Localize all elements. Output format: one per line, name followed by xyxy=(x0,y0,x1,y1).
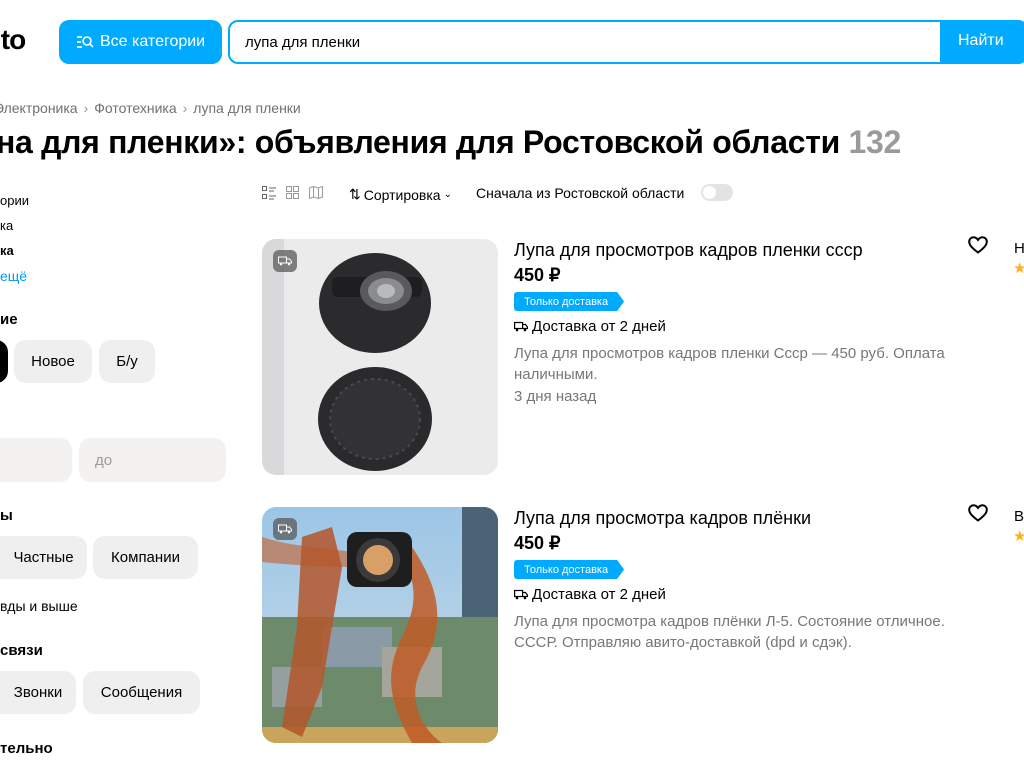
listing-1-delivery-badge: Только доставка xyxy=(514,292,624,311)
breadcrumb-separator: › xyxy=(182,100,188,116)
condition-chip-any[interactable] xyxy=(0,340,8,383)
listing-1-image[interactable] xyxy=(262,239,498,475)
delivery-truck-icon xyxy=(273,250,297,272)
star-icon: ★ xyxy=(1013,528,1024,545)
search-button[interactable]: Найти xyxy=(958,32,1004,50)
listing-2-price: 450 ₽ xyxy=(514,533,561,553)
condition-chip-new[interactable]: Новое xyxy=(14,340,92,383)
seller-chip-companies[interactable]: Компании xyxy=(93,536,198,579)
chevron-down-icon: ⌄ xyxy=(443,189,452,200)
categories-search-icon xyxy=(77,36,94,48)
grid-view-icon[interactable] xyxy=(286,186,299,199)
search-bar: Найти xyxy=(228,20,1024,64)
sidebar-category-item[interactable]: ории xyxy=(0,193,29,208)
search-input[interactable] xyxy=(230,22,940,62)
page-title: на для пленки»: объявления для Ростовско… xyxy=(0,124,901,161)
contact-heading: связи xyxy=(0,642,43,659)
delivery-truck-icon xyxy=(273,518,297,540)
delivery-truck-icon xyxy=(514,321,528,332)
sort-dropdown[interactable]: ⇅ Сортировка ⌄ xyxy=(349,186,452,203)
listing-2-delivery-badge: Только доставка xyxy=(514,560,624,579)
condition-heading: ие xyxy=(0,311,18,328)
listing-1-favorite-heart-icon[interactable] xyxy=(968,236,988,254)
contact-chip-calls[interactable]: Звонки xyxy=(0,671,76,714)
listing-2-description: Лупа для просмотра кадров плёнки Л-5. Со… xyxy=(514,613,945,651)
breadcrumb-electronics[interactable]: Электроника xyxy=(0,100,78,116)
loupe-with-film-photo xyxy=(262,507,498,743)
sort-arrows-icon: ⇅ xyxy=(349,186,361,202)
listing-1-description: Лупа для просмотров кадров пленки Ссср —… xyxy=(514,345,945,383)
region-first-toggle[interactable] xyxy=(701,184,733,201)
map-view-icon[interactable] xyxy=(309,186,323,199)
logo[interactable]: ito xyxy=(0,24,26,56)
region-first-label: Сначала из Ростовской области xyxy=(476,185,685,201)
delivery-truck-icon xyxy=(514,589,528,600)
listing-1-title[interactable]: Лупа для просмотров кадров пленки ссср xyxy=(514,240,863,261)
breadcrumb-current[interactable]: лупа для пленки xyxy=(193,100,300,116)
condition-chip-used[interactable]: Б/у xyxy=(99,340,155,383)
rating-filter-option[interactable]: вды и выше xyxy=(0,598,78,614)
loupe-photo xyxy=(262,239,498,475)
listing-2-favorite-heart-icon[interactable] xyxy=(968,504,988,522)
listing-1-price: 450 ₽ xyxy=(514,265,561,285)
star-icon: ★ xyxy=(1013,260,1024,277)
sort-label: Сортировка xyxy=(363,186,441,203)
seller-chip-private[interactable]: Частные xyxy=(0,536,87,579)
contact-chip-messages[interactable]: Сообщения xyxy=(83,671,200,714)
breadcrumb-separator: › xyxy=(83,100,89,116)
price-from-input[interactable] xyxy=(0,438,72,482)
listing-2-delivery: Доставка от 2 дней xyxy=(514,586,666,603)
listing-1-date: 3 дня назад xyxy=(514,388,597,405)
listing-1-delivery: Доставка от 2 дней xyxy=(514,318,666,335)
listing-2-seller-name[interactable]: В xyxy=(1014,508,1024,525)
show-more-link[interactable]: ещё xyxy=(0,268,27,284)
page-title-text: на для пленки»: объявления для Ростовско… xyxy=(0,124,840,160)
sidebar-category-item[interactable]: ка xyxy=(0,243,14,258)
listing-1-seller-name[interactable]: Н xyxy=(1014,240,1024,257)
sidebar-category-item[interactable]: ка xyxy=(0,218,13,233)
price-to-input[interactable]: до xyxy=(79,438,226,482)
breadcrumb-photo[interactable]: Фототехника xyxy=(94,100,176,116)
additional-heading: тельно xyxy=(0,740,53,757)
listing-2-delivery-text: Доставка от 2 дней xyxy=(532,586,666,603)
all-categories-button[interactable]: Все категории xyxy=(59,20,222,64)
sellers-heading: ы xyxy=(0,507,13,524)
list-view-icon[interactable] xyxy=(262,186,276,200)
listing-2-image[interactable] xyxy=(262,507,498,743)
all-categories-label: Все категории xyxy=(100,33,206,50)
listing-1-delivery-text: Доставка от 2 дней xyxy=(532,318,666,335)
listing-2-title[interactable]: Лупа для просмотра кадров плёнки xyxy=(514,508,811,529)
results-count: 132 xyxy=(848,124,902,160)
breadcrumb: Электроника › Фототехника › лупа для пле… xyxy=(0,100,301,116)
